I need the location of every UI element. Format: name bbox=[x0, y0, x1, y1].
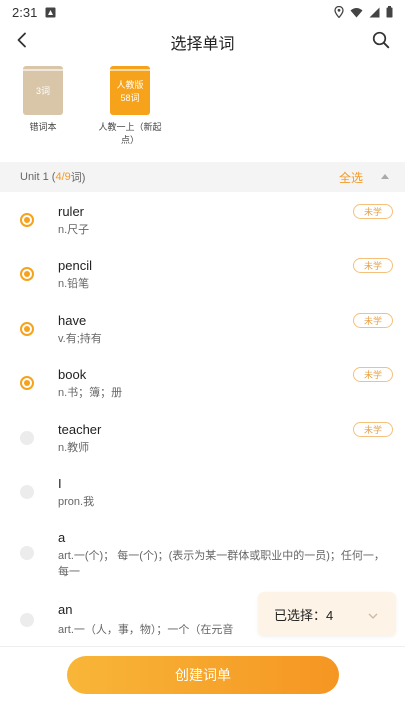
book-selector: 3词 错词本 人教版 58词 人教一上（新起点） bbox=[0, 66, 405, 156]
word-checkbox[interactable] bbox=[20, 213, 34, 227]
word-text: teacher bbox=[58, 422, 102, 437]
word-meaning: v.有;持有 bbox=[58, 333, 102, 345]
word-checkbox[interactable] bbox=[20, 322, 34, 336]
word-row-book[interactable]: book n.书；簿；册 未学 bbox=[0, 355, 405, 409]
word-text: book bbox=[58, 367, 87, 382]
signal-icon bbox=[369, 7, 380, 18]
status-badge: 未学 bbox=[353, 367, 393, 382]
status-badge: 未学 bbox=[353, 313, 393, 328]
selected-count-panel[interactable]: 已选择：4 bbox=[258, 592, 396, 636]
word-checkbox[interactable] bbox=[20, 267, 34, 281]
book-label: 人教一上（新起点） bbox=[98, 122, 162, 145]
battery-icon bbox=[386, 6, 393, 18]
wifi-icon bbox=[350, 7, 363, 18]
back-arrow-icon bbox=[16, 32, 28, 53]
unit-header[interactable]: Unit 1 (4/9 词) 全选 bbox=[0, 162, 405, 192]
create-word-list-button[interactable]: 创建词单 bbox=[67, 656, 339, 694]
word-meaning: art.一(个)； 每一(个)；(表示为某一群体或职业中的一员)；任何一，每一 bbox=[58, 550, 385, 578]
word-meaning: n.铅笔 bbox=[58, 278, 90, 290]
word-meaning: n.教师 bbox=[58, 442, 90, 454]
word-text: have bbox=[58, 313, 87, 328]
word-checkbox[interactable] bbox=[20, 546, 34, 560]
book-cover-text: 3词 bbox=[35, 86, 50, 96]
book-wrong-words[interactable]: 3词 错词本 bbox=[3, 66, 83, 134]
word-text: pencil bbox=[58, 258, 92, 273]
divider bbox=[0, 646, 405, 647]
word-meaning: pron.我 bbox=[58, 496, 95, 508]
word-row-have[interactable]: have v.有;持有 未学 bbox=[0, 301, 405, 355]
word-text: ruler bbox=[58, 204, 85, 219]
status-bar: 2:31 bbox=[0, 0, 405, 24]
status-time: 2:31 bbox=[12, 4, 38, 20]
word-text: a bbox=[58, 530, 66, 545]
word-checkbox[interactable] bbox=[20, 485, 34, 499]
word-meaning: n.尺子 bbox=[58, 224, 90, 236]
word-row-pencil[interactable]: pencil n.铅笔 未学 bbox=[0, 246, 405, 300]
book-pep-grade1[interactable]: 人教版 58词 人教一上（新起点） bbox=[90, 66, 170, 147]
book-cover: 3词 bbox=[23, 66, 63, 115]
word-checkbox[interactable] bbox=[20, 613, 34, 627]
word-row-ruler[interactable]: ruler n.尺子 未学 bbox=[0, 192, 405, 246]
select-all-button[interactable]: 全选 bbox=[339, 169, 363, 186]
status-badge: 未学 bbox=[353, 258, 393, 273]
search-icon bbox=[372, 31, 390, 54]
word-meaning: n.书；簿；册 bbox=[58, 387, 123, 399]
word-row-teacher[interactable]: teacher n.教师 未学 bbox=[0, 410, 405, 464]
unit-name: Unit 1 ( bbox=[20, 171, 56, 183]
unit-count-suffix: 词) bbox=[70, 172, 86, 184]
back-button[interactable] bbox=[8, 28, 36, 56]
collapse-up-icon[interactable] bbox=[381, 174, 389, 179]
word-checkbox[interactable] bbox=[20, 431, 34, 445]
chevron-down-icon[interactable] bbox=[368, 608, 378, 623]
book-cover-sub: 58词 bbox=[120, 92, 140, 103]
word-checkbox[interactable] bbox=[20, 376, 34, 390]
book-cover: 人教版 58词 bbox=[110, 66, 150, 115]
word-row-i[interactable]: I pron.我 bbox=[0, 464, 405, 518]
book-cover-text: 人教版 bbox=[116, 79, 144, 90]
location-icon bbox=[334, 6, 344, 18]
word-row-a[interactable]: a art.一(个)； 每一(个)；(表示为某一群体或职业中的一员)；任何一，每… bbox=[0, 518, 405, 590]
notification-icon bbox=[45, 7, 56, 18]
status-badge: 未学 bbox=[353, 422, 393, 437]
word-meaning: art.一（人，事，物）；一个（在元音 bbox=[58, 624, 234, 636]
top-app-bar: 选择单词 bbox=[0, 24, 405, 60]
unit-selected-count: 4/9 bbox=[55, 171, 71, 183]
selected-count-text: 已选择：4 bbox=[274, 607, 334, 623]
search-button[interactable] bbox=[367, 28, 395, 56]
word-text: an bbox=[58, 602, 73, 617]
page-title: 选择单词 bbox=[170, 36, 235, 53]
book-label: 错词本 bbox=[29, 122, 57, 132]
word-text: I bbox=[58, 476, 62, 491]
status-badge: 未学 bbox=[353, 204, 393, 219]
